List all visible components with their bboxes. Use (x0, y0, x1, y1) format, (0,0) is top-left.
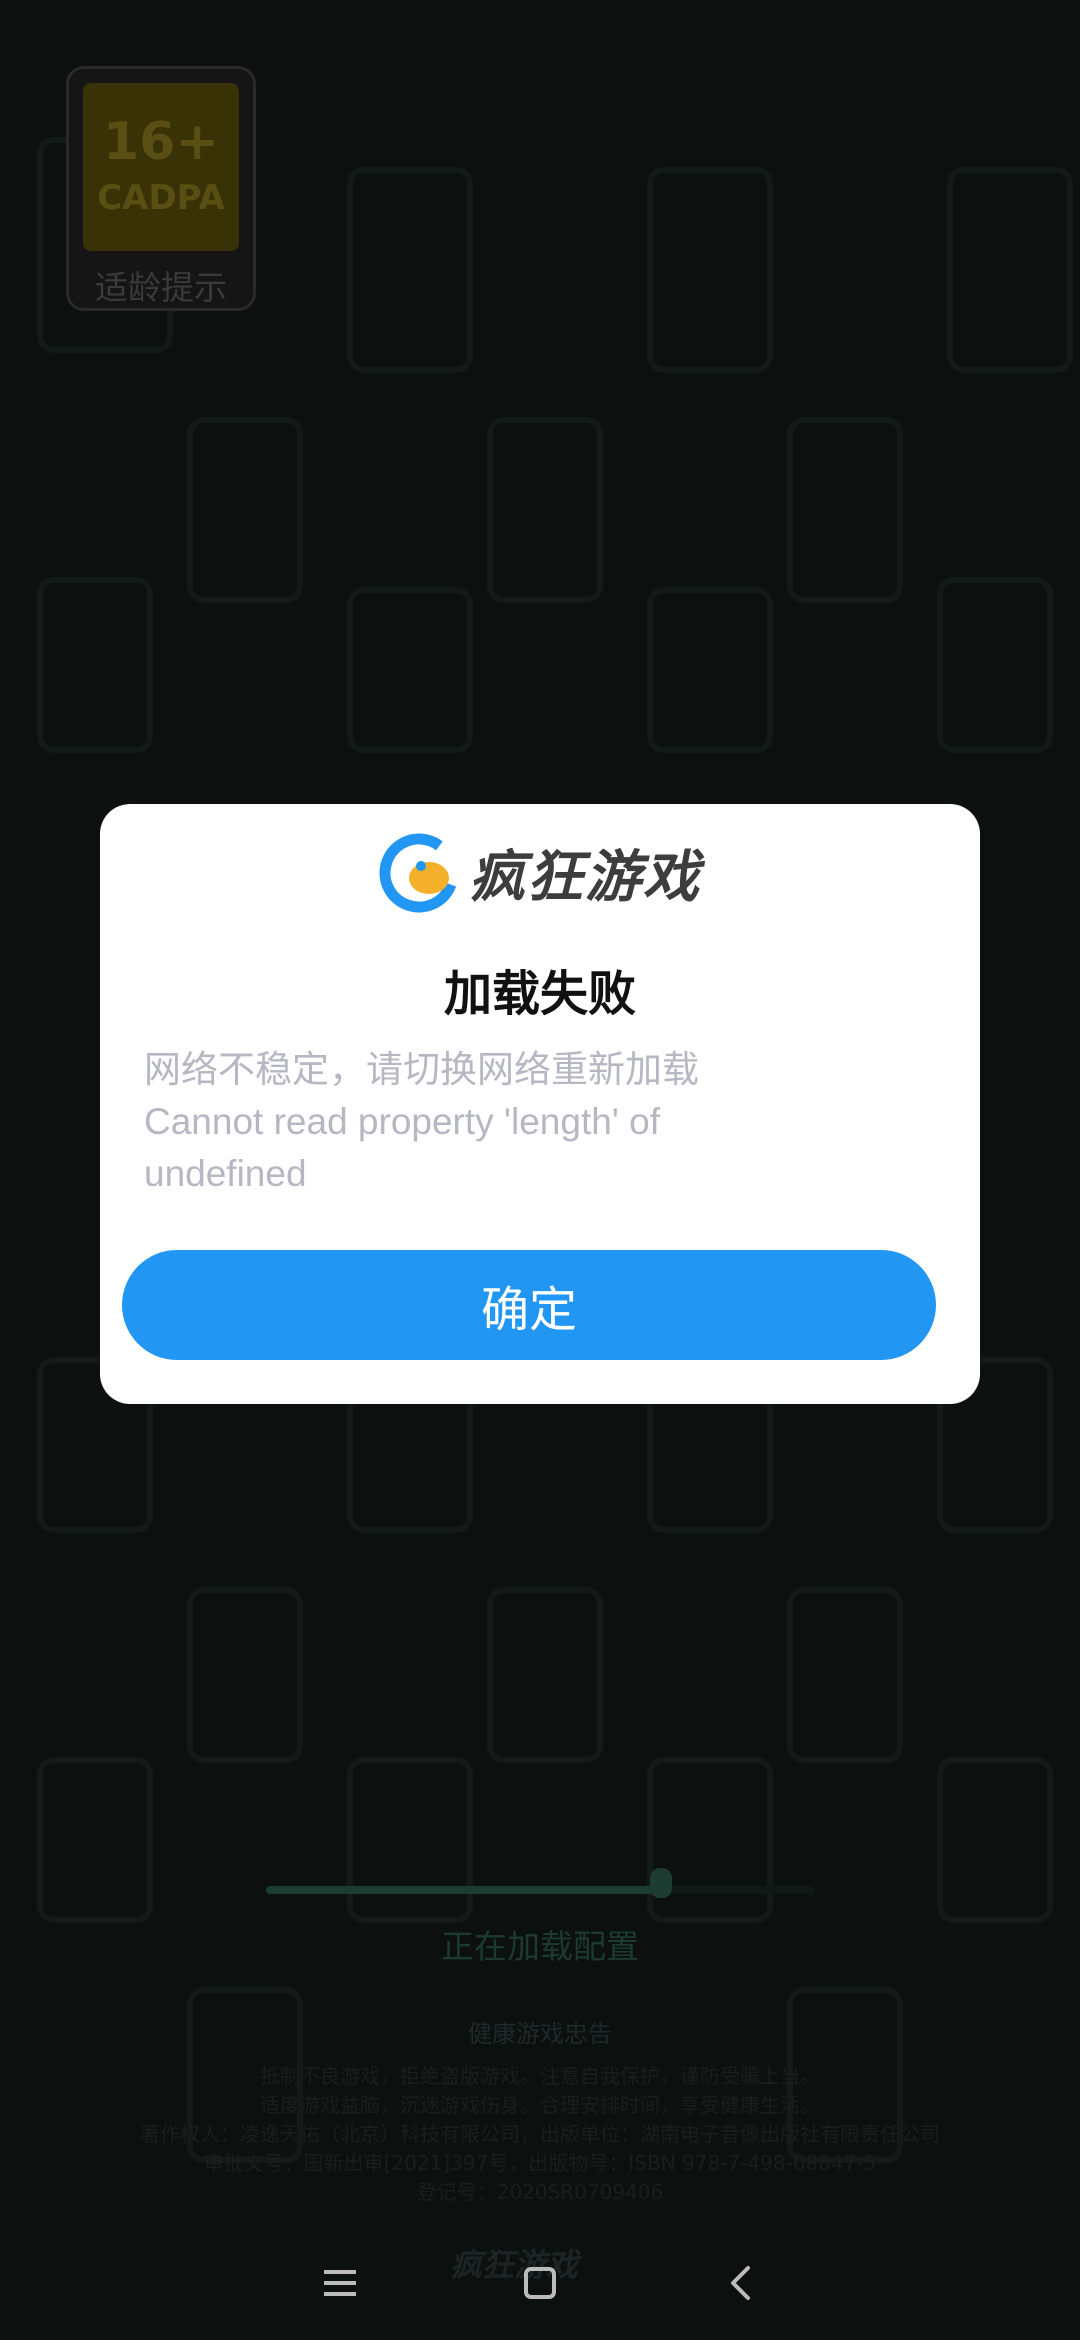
dialog-brand: 疯狂游戏 (100, 832, 980, 913)
confirm-button[interactable]: 确定 (122, 1250, 936, 1360)
message-line: undefined (144, 1153, 307, 1194)
dialog-message: 网络不稳定，请切换网络重新加载 Cannot read property 'le… (144, 1044, 820, 1200)
dialog-title: 加载失败 (443, 966, 636, 1022)
message-line: Cannot read property 'length' of (144, 1101, 661, 1142)
brand-logo-icon (379, 833, 459, 912)
message-line: 网络不稳定，请切换网络重新加载 (144, 1049, 699, 1090)
load-failed-dialog: 疯狂游戏 加载失败 网络不稳定，请切换网络重新加载 Cannot read pr… (100, 804, 980, 1404)
brand-name: 疯狂游戏 (469, 845, 701, 910)
